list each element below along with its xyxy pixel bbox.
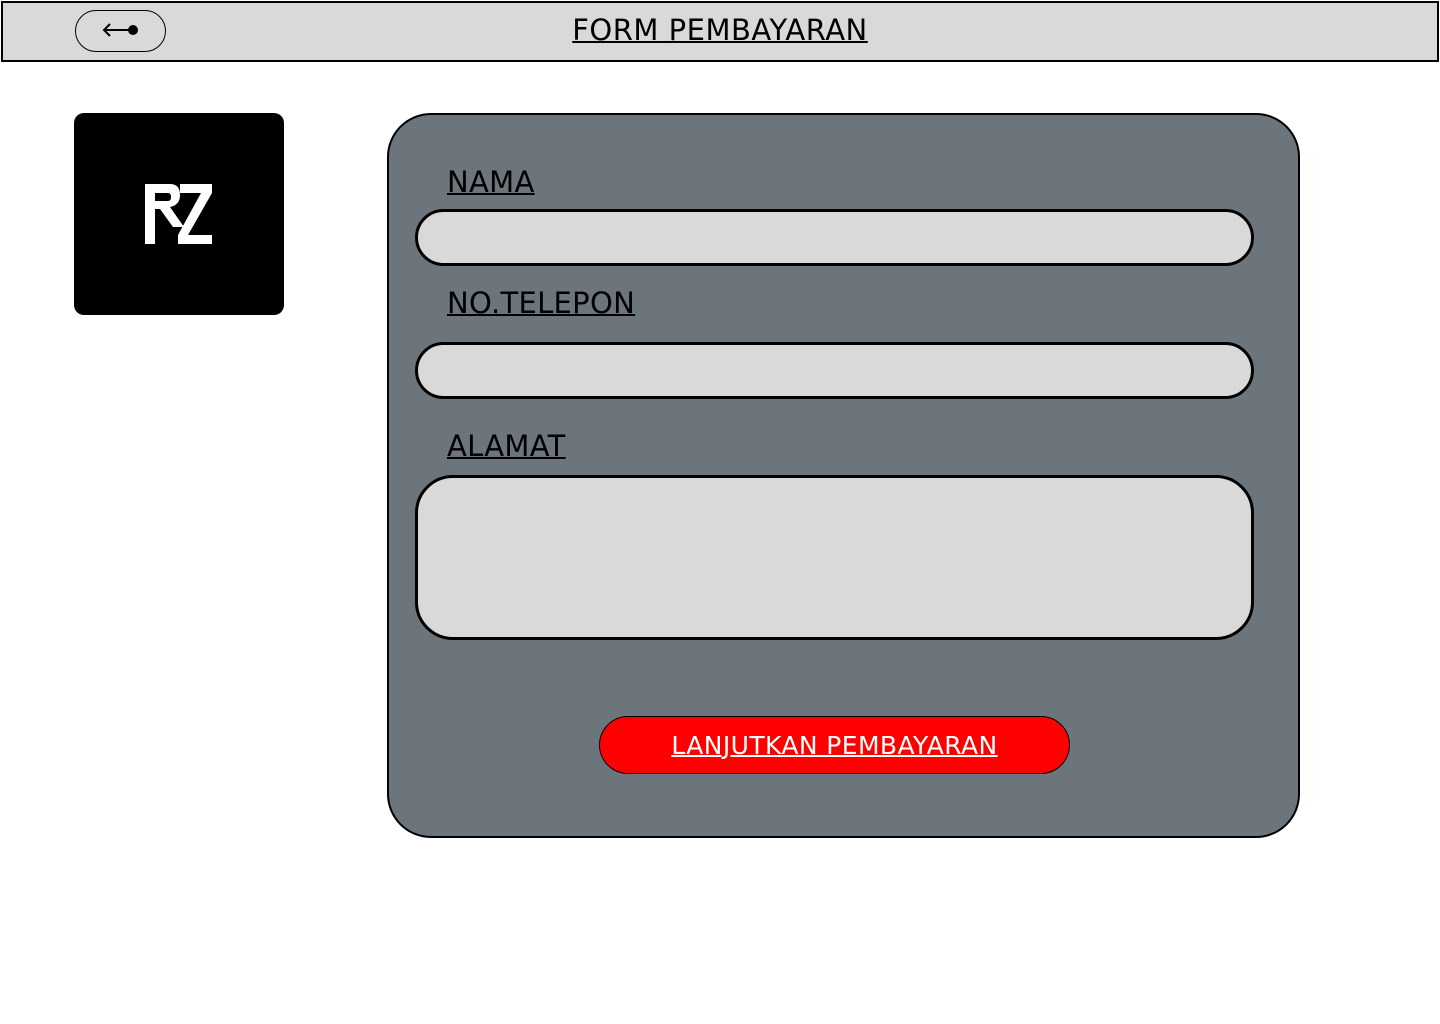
nama-label: NAMA bbox=[447, 165, 535, 199]
header-bar: FORM PEMBAYARAN bbox=[1, 1, 1439, 62]
alamat-textarea[interactable] bbox=[415, 475, 1254, 640]
payment-form-panel: NAMA NO.TELEPON ALAMAT LANJUTKAN PEMBAYA… bbox=[387, 113, 1300, 838]
alamat-label: ALAMAT bbox=[447, 429, 566, 463]
lanjutkan-pembayaran-button[interactable]: LANJUTKAN PEMBAYARAN bbox=[599, 716, 1070, 774]
nama-input[interactable] bbox=[415, 209, 1254, 266]
page-title: FORM PEMBAYARAN bbox=[572, 13, 868, 47]
brand-logo bbox=[74, 113, 284, 315]
rz-logo-mark bbox=[145, 184, 212, 244]
telepon-label: NO.TELEPON bbox=[447, 286, 636, 320]
telepon-input[interactable] bbox=[415, 342, 1254, 399]
